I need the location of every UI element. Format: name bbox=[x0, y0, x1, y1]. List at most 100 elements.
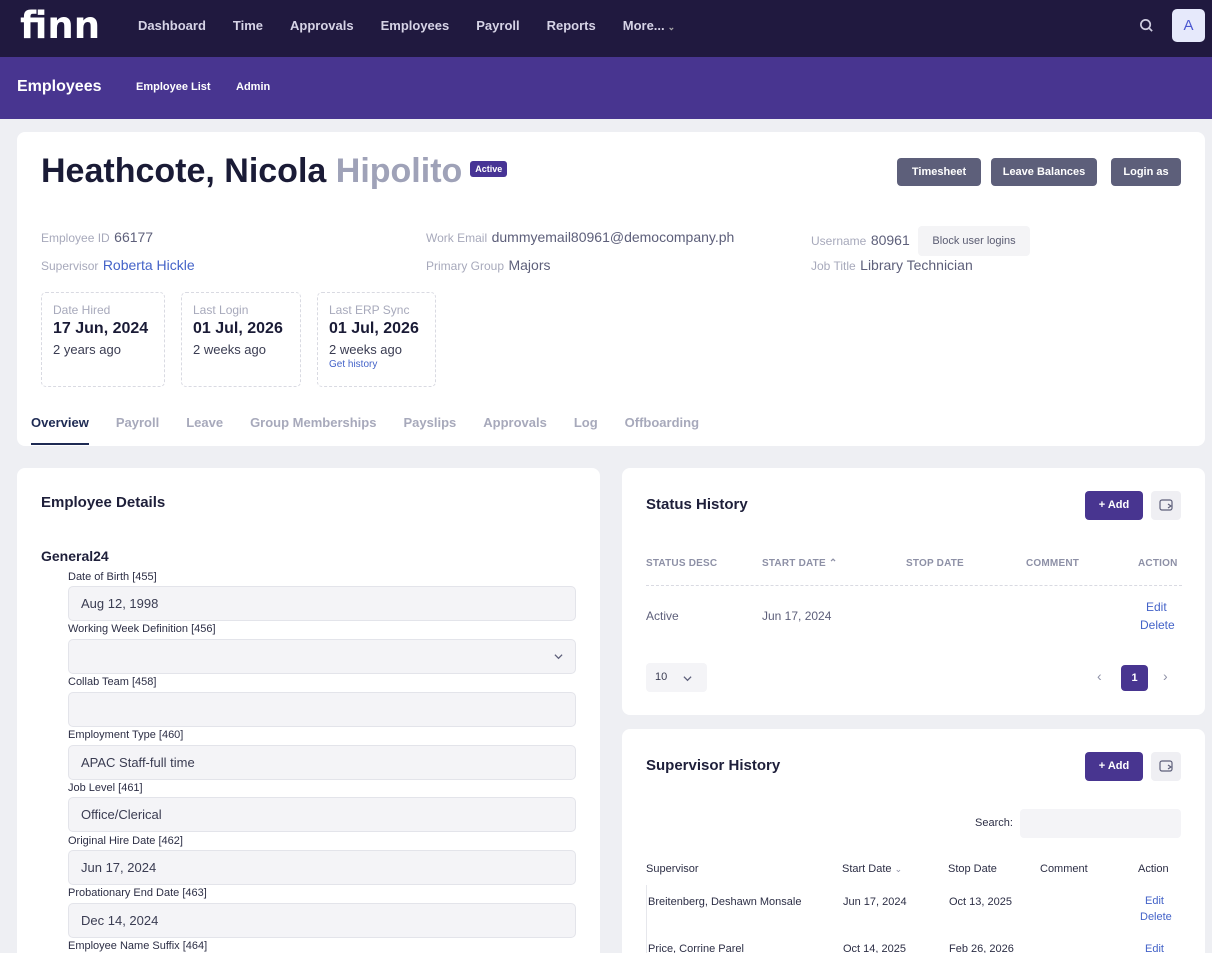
col-action: Action bbox=[1138, 863, 1169, 875]
page-1-button[interactable]: 1 bbox=[1121, 665, 1148, 691]
top-navbar: finn Dashboard Time Approvals Employees … bbox=[0, 0, 1212, 57]
tab-log[interactable]: Log bbox=[574, 415, 598, 445]
supervisor: Supervisor Roberta Hickle bbox=[41, 257, 195, 275]
chevron-down-icon bbox=[554, 654, 563, 660]
next-page-icon[interactable]: › bbox=[1163, 668, 1168, 684]
delete-link[interactable]: Delete bbox=[1140, 911, 1172, 923]
work-email: Work Email dummyemail80961@democompany.p… bbox=[426, 229, 734, 247]
page-size-select[interactable]: 10 bbox=[646, 663, 707, 692]
export-icon bbox=[1159, 499, 1173, 511]
stop-date-cell: Oct 13, 2025 bbox=[949, 896, 1012, 908]
supervisor-link[interactable]: Roberta Hickle bbox=[103, 257, 195, 273]
stat-date: 01 Jul, 2026 bbox=[193, 320, 283, 337]
working-week-select[interactable] bbox=[68, 639, 576, 674]
stat-last-login: Last Login 01 Jul, 2026 2 weeks ago bbox=[181, 292, 301, 387]
export-button[interactable] bbox=[1151, 752, 1181, 781]
edit-link[interactable]: Edit bbox=[1146, 600, 1167, 614]
nav-approvals[interactable]: Approvals bbox=[290, 18, 354, 33]
app-logo[interactable]: finn bbox=[20, 4, 100, 47]
delete-link[interactable]: Delete bbox=[1140, 618, 1175, 632]
export-button[interactable] bbox=[1151, 491, 1181, 520]
field-label: Employee Name Suffix [464] bbox=[68, 940, 208, 952]
tab-group-memberships[interactable]: Group Memberships bbox=[250, 415, 376, 445]
section-subnav: Employees Employee List Admin bbox=[0, 57, 1212, 119]
employee-name: Heathcote, Nicola Hipolito Active bbox=[41, 152, 508, 191]
nav-time[interactable]: Time bbox=[233, 18, 263, 33]
sort-desc-icon: ⌄ bbox=[894, 864, 903, 874]
employee-details-card: Employee Details General24 Date of Birth… bbox=[17, 468, 600, 953]
add-supervisor-button[interactable]: + Add bbox=[1085, 752, 1143, 781]
stat-date: 17 Jun, 2024 bbox=[53, 320, 149, 337]
main-nav: Dashboard Time Approvals Employees Payro… bbox=[138, 18, 702, 33]
block-user-logins-button[interactable]: Block user logins bbox=[918, 226, 1030, 256]
employee-id-label: Employee ID bbox=[41, 231, 110, 245]
col-start-date[interactable]: Start Date ⌄ bbox=[842, 863, 902, 875]
nav-dashboard[interactable]: Dashboard bbox=[138, 18, 206, 33]
original-hire-date-field[interactable]: Jun 17, 2024 bbox=[68, 850, 576, 885]
col-status-desc: STATUS DESC bbox=[646, 558, 718, 569]
probationary-end-date-field[interactable]: Dec 14, 2024 bbox=[68, 903, 576, 938]
work-email-value: dummyemail80961@democompany.ph bbox=[491, 229, 735, 245]
field-label: Original Hire Date [462] bbox=[68, 835, 183, 847]
field-label: Employment Type [460] bbox=[68, 729, 184, 741]
supervisor-cell: Price, Corrine Parel bbox=[648, 943, 744, 953]
section-title: Employees bbox=[17, 78, 102, 95]
tab-leave[interactable]: Leave bbox=[186, 415, 223, 445]
stat-last-erp-sync: Last ERP Sync 01 Jul, 2026 2 weeks ago G… bbox=[317, 292, 436, 387]
col-start-date-label: START DATE bbox=[762, 558, 826, 569]
job-title: Job Title Library Technician bbox=[811, 257, 973, 275]
stat-date-hired: Date Hired 17 Jun, 2024 2 years ago bbox=[41, 292, 165, 387]
job-level-field[interactable]: Office/Clerical bbox=[68, 797, 576, 832]
page-size-value: 10 bbox=[655, 671, 668, 683]
subnav-employee-list[interactable]: Employee List bbox=[136, 81, 211, 93]
table-divider bbox=[646, 585, 1182, 586]
login-as-button[interactable]: Login as bbox=[1111, 158, 1181, 186]
tab-payroll[interactable]: Payroll bbox=[116, 415, 159, 445]
job-title-label: Job Title bbox=[811, 259, 856, 273]
supervisor-history-title: Supervisor History bbox=[646, 757, 781, 774]
collab-team-field[interactable] bbox=[68, 692, 576, 727]
tab-approvals[interactable]: Approvals bbox=[483, 415, 547, 445]
employee-name-last-first: Heathcote, Nicola bbox=[41, 152, 327, 190]
chevron-down-icon bbox=[683, 676, 692, 682]
col-comment: Comment bbox=[1040, 863, 1088, 875]
nav-employees[interactable]: Employees bbox=[381, 18, 450, 33]
col-start-date[interactable]: START DATE ⌃ bbox=[762, 558, 837, 569]
stat-label: Last Login bbox=[193, 303, 249, 317]
job-title-value: Library Technician bbox=[860, 257, 973, 273]
search-input[interactable] bbox=[1020, 809, 1181, 838]
employment-type-field[interactable]: APAC Staff-full time bbox=[68, 745, 576, 780]
add-status-button[interactable]: + Add bbox=[1085, 491, 1143, 520]
edit-link[interactable]: Edit bbox=[1145, 895, 1164, 907]
leave-balances-button[interactable]: Leave Balances bbox=[991, 158, 1097, 186]
start-date-cell: Jun 17, 2024 bbox=[843, 896, 907, 908]
field-label: Probationary End Date [463] bbox=[68, 887, 207, 899]
tab-payslips[interactable]: Payslips bbox=[403, 415, 456, 445]
field-label: Date of Birth [455] bbox=[68, 571, 157, 583]
subnav-admin[interactable]: Admin bbox=[236, 81, 270, 93]
col-action: ACTION bbox=[1138, 558, 1178, 569]
user-avatar[interactable]: A bbox=[1172, 9, 1205, 42]
nav-payroll[interactable]: Payroll bbox=[476, 18, 519, 33]
nav-reports[interactable]: Reports bbox=[547, 18, 596, 33]
field-label: Job Level [461] bbox=[68, 782, 143, 794]
field-label: Collab Team [458] bbox=[68, 676, 157, 688]
employee-id-value: 66177 bbox=[114, 229, 154, 245]
stat-ago: 2 weeks ago bbox=[329, 342, 402, 357]
search-label: Search: bbox=[975, 817, 1013, 829]
stat-label: Last ERP Sync bbox=[329, 303, 410, 317]
timesheet-button[interactable]: Timesheet bbox=[897, 158, 981, 186]
status-desc-cell: Active bbox=[646, 609, 679, 623]
edit-link[interactable]: Edit bbox=[1145, 943, 1164, 953]
primary-group-value: Majors bbox=[508, 257, 551, 273]
date-of-birth-field[interactable]: Aug 12, 1998 bbox=[68, 586, 576, 621]
employee-id: Employee ID 66177 bbox=[41, 229, 153, 247]
search-icon[interactable] bbox=[1139, 18, 1154, 33]
tab-overview[interactable]: Overview bbox=[31, 415, 89, 445]
prev-page-icon[interactable]: ‹ bbox=[1097, 668, 1102, 684]
get-history-link[interactable]: Get history bbox=[329, 359, 424, 370]
nav-more[interactable]: More... ⌄ bbox=[623, 18, 675, 33]
tab-offboarding[interactable]: Offboarding bbox=[625, 415, 699, 445]
status-badge: Active bbox=[470, 161, 508, 178]
supervisor-label: Supervisor bbox=[41, 259, 99, 273]
